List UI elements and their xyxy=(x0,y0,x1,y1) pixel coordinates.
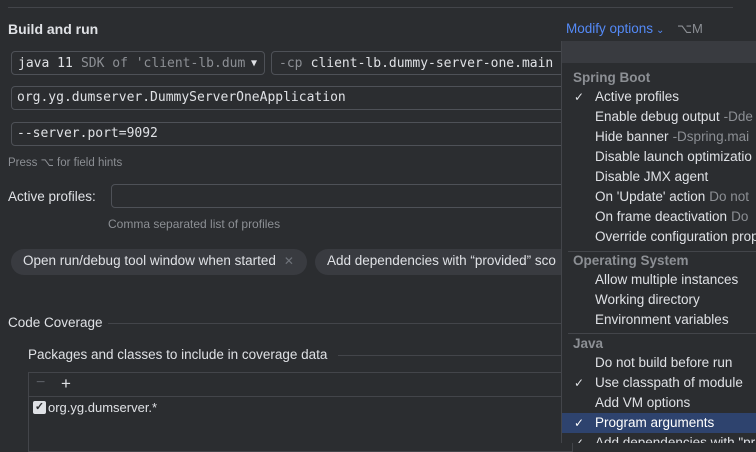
menu-item-override-configuration[interactable]: Override configuration prop xyxy=(562,227,756,247)
chip-open-tool-window[interactable]: Open run/debug tool window when started ✕ xyxy=(11,249,307,275)
group-spring-boot: Spring Boot xyxy=(573,70,651,85)
active-profiles-label: Active profiles: xyxy=(8,189,96,204)
program-arguments-field[interactable]: --server.port=9092 xyxy=(11,122,571,146)
top-divider xyxy=(8,7,733,8)
field-hints-text: Press ⌥ for field hints xyxy=(8,157,123,169)
chevron-down-icon: ⌄ xyxy=(656,25,665,36)
menu-item-hide-banner[interactable]: Hide banner -Dspring.mai xyxy=(562,127,756,147)
group-operating-system: Operating System xyxy=(573,253,689,268)
check-icon: ✓ xyxy=(574,436,585,443)
dropdown-arrow-icon: ▼ xyxy=(250,58,257,69)
group-divider xyxy=(568,251,756,252)
menu-item-enable-debug-output[interactable]: Enable debug output -Dde xyxy=(562,107,756,127)
coverage-entry-label: org.yg.dumserver.* xyxy=(48,400,158,415)
check-icon: ✓ xyxy=(574,416,585,430)
checkbox-checked-icon[interactable]: ✓ xyxy=(33,401,46,414)
add-icon[interactable]: + xyxy=(61,374,71,394)
popup-search-field[interactable] xyxy=(562,41,756,63)
modify-options-popup: Spring Boot ✓ Active profiles Enable debu… xyxy=(561,41,756,443)
cp-flag: -cp xyxy=(279,56,303,71)
menu-item-add-vm-options[interactable]: Add VM options xyxy=(562,393,756,413)
menu-item-disable-jmx-agent[interactable]: Disable JMX agent xyxy=(562,167,756,187)
menu-item-allow-multiple-instances[interactable]: Allow multiple instances xyxy=(562,270,756,290)
chip-label: Add dependencies with “provided” sco xyxy=(327,253,556,268)
active-profiles-hint: Comma separated list of profiles xyxy=(108,217,281,231)
remove-icon[interactable]: − xyxy=(36,374,45,392)
check-icon: ✓ xyxy=(574,90,585,104)
shortcut-hint: ⌥M xyxy=(677,21,703,36)
group-java: Java xyxy=(573,336,604,351)
menu-item-active-profiles[interactable]: ✓ Active profiles xyxy=(562,87,756,107)
section-title: Build and run xyxy=(8,21,99,37)
code-coverage-divider xyxy=(108,323,568,324)
toolbar-divider xyxy=(29,396,572,397)
menu-item-use-classpath-of-module[interactable]: ✓ Use classpath of module xyxy=(562,373,756,393)
packages-divider xyxy=(338,355,568,356)
jdk-select[interactable]: java 11 SDK of 'client-lb.dum ▼ xyxy=(11,51,265,75)
group-divider xyxy=(568,333,756,334)
menu-item-program-arguments[interactable]: ✓ Program arguments xyxy=(562,413,756,433)
classpath-select[interactable]: -cp client-lb.dummy-server-one.main xyxy=(271,51,571,75)
menu-item-on-frame-deactivation[interactable]: On frame deactivation Do xyxy=(562,207,756,227)
chip-label: Open run/debug tool window when started xyxy=(23,253,276,268)
close-icon[interactable]: ✕ xyxy=(284,254,294,268)
main-class-field[interactable]: org.yg.dumserver.DummyServerOneApplicati… xyxy=(11,86,571,110)
menu-item-environment-variables[interactable]: Environment variables xyxy=(562,310,756,330)
modify-options-link[interactable]: Modify options ⌄ xyxy=(566,21,664,36)
check-icon: ✓ xyxy=(574,376,585,390)
menu-item-disable-launch-optimization[interactable]: Disable launch optimizatio xyxy=(562,147,756,167)
packages-label: Packages and classes to include in cover… xyxy=(28,347,328,362)
menu-item-do-not-build[interactable]: Do not build before run xyxy=(562,353,756,373)
chip-add-dependencies[interactable]: Add dependencies with “provided” sco xyxy=(315,249,575,275)
menu-item-on-update-action[interactable]: On 'Update' action Do not xyxy=(562,187,756,207)
jdk-value: java 11 xyxy=(18,56,73,71)
cp-module: client-lb.dummy-server-one.main xyxy=(310,56,554,71)
modify-options-label[interactable]: Modify options xyxy=(566,21,653,36)
menu-item-add-dependencies[interactable]: ✓ Add dependencies with "pr xyxy=(562,433,756,443)
active-profiles-input[interactable] xyxy=(111,184,571,208)
code-coverage-title: Code Coverage xyxy=(8,315,103,330)
jdk-hint: SDK of 'client-lb.dum xyxy=(80,56,246,71)
menu-item-working-directory[interactable]: Working directory xyxy=(562,290,756,310)
